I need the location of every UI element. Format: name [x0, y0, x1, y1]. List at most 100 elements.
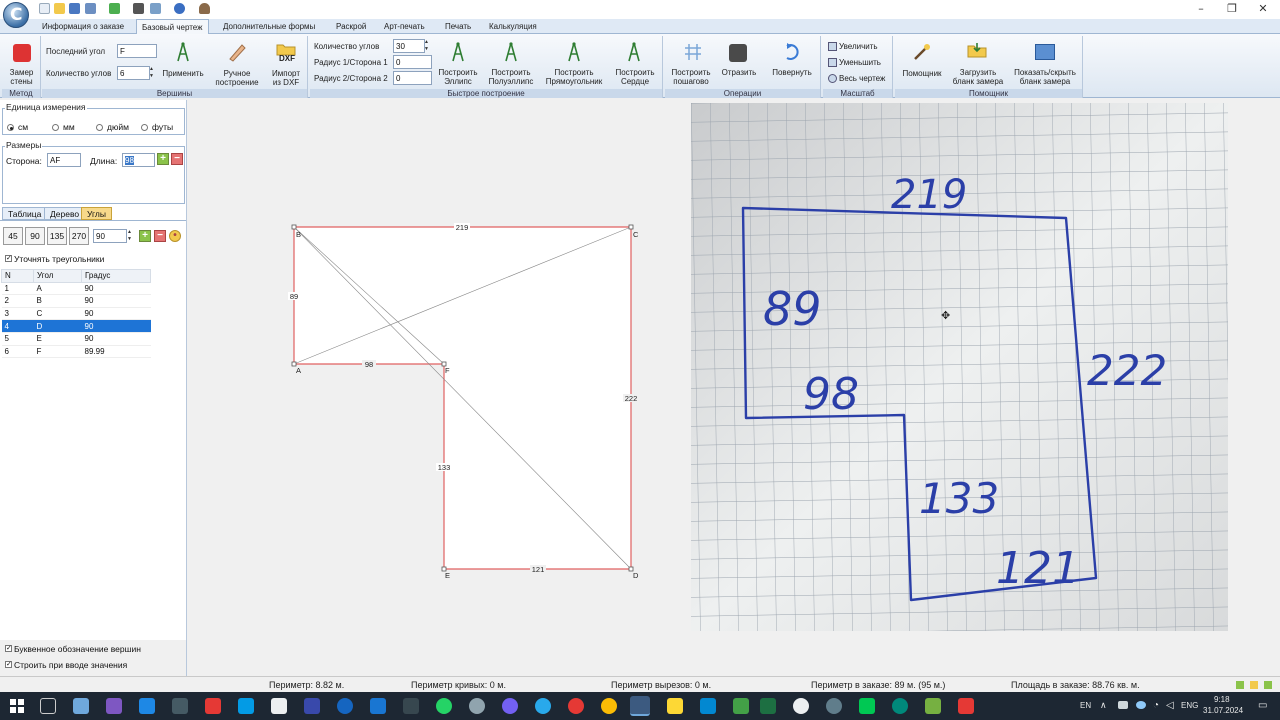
step-build-button[interactable]: Построить пошагово — [667, 68, 715, 86]
tab-calculation[interactable]: Калькуляция — [484, 19, 542, 34]
active-app-icon[interactable] — [630, 696, 650, 716]
app-logo-icon[interactable]: C — [3, 2, 29, 28]
help-icon[interactable] — [174, 3, 185, 14]
maps-icon[interactable] — [337, 698, 353, 714]
table-row-selected[interactable]: 4 D 90 — [1, 319, 151, 333]
mirror-button[interactable]: Отразить — [717, 68, 761, 77]
clock-time[interactable]: 9:18 — [1214, 695, 1230, 704]
angle-input[interactable]: 90 — [93, 229, 127, 243]
language-indicator[interactable]: EN — [1080, 701, 1091, 710]
pen-app-icon[interactable] — [73, 698, 89, 714]
task-view-icon[interactable] — [40, 698, 56, 714]
app-icon[interactable] — [106, 698, 122, 714]
angle-count-spinner[interactable]: ▲ ▼ — [148, 66, 155, 80]
notes-icon[interactable] — [667, 698, 683, 714]
side-length-fe[interactable]: 133 — [438, 463, 451, 472]
tools-icon[interactable] — [85, 3, 96, 14]
vscode-icon[interactable] — [370, 698, 386, 714]
app-icon[interactable] — [700, 698, 716, 714]
side-length-cd[interactable]: 222 — [625, 394, 638, 403]
zoom-in-button[interactable]: Увеличить — [839, 42, 878, 51]
polygon-drawing[interactable]: B C D E F A 219 89 98 222 133 121 — [188, 100, 688, 676]
app-icon[interactable] — [925, 698, 941, 714]
windows-start-icon[interactable] — [10, 699, 24, 713]
toggle-form-button[interactable]: Показать/скрыть бланк замера — [1011, 68, 1079, 86]
clock-date[interactable]: 31.07.2024 — [1203, 706, 1243, 715]
table-row[interactable]: 6 F 89.99 — [1, 345, 151, 359]
app-icon[interactable] — [469, 698, 485, 714]
radius1-input[interactable]: 0 — [393, 55, 432, 69]
angle-spinner[interactable]: ▲ ▼ — [126, 229, 133, 243]
row-degrees[interactable]: 90 — [81, 332, 151, 346]
row-degrees[interactable]: 89.99 — [81, 345, 151, 359]
side-length-af[interactable]: 98 — [365, 360, 373, 369]
app-icon[interactable] — [826, 698, 842, 714]
app-icon[interactable] — [733, 698, 749, 714]
side-input[interactable]: AF — [47, 153, 81, 167]
viber-icon[interactable] — [502, 698, 518, 714]
radius2-input[interactable]: 0 — [393, 71, 432, 85]
app-icon[interactable] — [238, 698, 254, 714]
row-degrees[interactable]: 90 — [81, 282, 151, 296]
binoculars-icon[interactable] — [133, 3, 144, 14]
unit-radio-mm[interactable] — [52, 124, 59, 131]
app-icon[interactable] — [859, 698, 875, 714]
file-explorer-icon[interactable] — [271, 698, 287, 714]
tab-order-info[interactable]: Информация о заказе — [37, 19, 129, 34]
tab-art-print[interactable]: Арт-печать — [379, 19, 430, 34]
excel-icon[interactable] — [760, 698, 776, 714]
build-heart-button[interactable]: Построить Сердце — [612, 68, 658, 86]
row-degrees[interactable]: 90 — [81, 307, 151, 321]
app-icon[interactable] — [139, 698, 155, 714]
side-length-bc[interactable]: 219 — [456, 223, 469, 232]
unit-radio-feet[interactable] — [141, 124, 148, 131]
notifications-icon[interactable]: ▭ — [1258, 700, 1267, 711]
chrome-icon[interactable] — [601, 698, 617, 714]
last-angle-input[interactable]: F — [117, 44, 157, 58]
row-degrees[interactable]: 90 — [81, 319, 151, 333]
side-length-ab[interactable]: 89 — [290, 292, 298, 301]
user-icon[interactable] — [199, 3, 210, 14]
keyboard-layout[interactable]: ENG — [1181, 701, 1198, 710]
angle-135-button[interactable]: 135 — [47, 227, 67, 245]
helper-button[interactable]: Помощник — [897, 69, 947, 78]
open-folder-icon[interactable] — [54, 3, 65, 14]
table-row[interactable]: 3 C 90 — [1, 307, 151, 321]
import-dxf-button[interactable]: Импорт из DXF — [264, 69, 308, 87]
app-icon[interactable] — [205, 698, 221, 714]
unit-radio-cm[interactable] — [7, 124, 14, 131]
zoom-out-button[interactable]: Уменьшить — [839, 58, 881, 67]
yandex-icon[interactable] — [568, 698, 584, 714]
angle-90-button[interactable]: 90 — [25, 227, 45, 245]
tab-additional-shapes[interactable]: Дополнительные формы — [218, 19, 320, 34]
fit-drawing-button[interactable]: Весь чертеж — [839, 74, 885, 83]
measure-wall-button[interactable]: Замер стены — [2, 68, 41, 86]
load-form-button[interactable]: Загрузить бланк замера — [949, 68, 1007, 86]
tab-tree[interactable]: Дерево — [44, 207, 86, 220]
plus-button[interactable]: + — [157, 153, 169, 165]
side-length-ed[interactable]: 121 — [532, 565, 545, 574]
letter-vertices-checkbox[interactable]: ✓ — [5, 645, 12, 652]
rotate-button[interactable]: Повернуть — [767, 68, 817, 77]
tab-base-drawing[interactable]: Базовый чертеж — [136, 19, 209, 35]
reset-angle-button[interactable]: • — [169, 230, 181, 242]
build-rectangle-button[interactable]: Построить Прямоугольник — [542, 68, 606, 86]
manual-build-button[interactable]: Ручное построение — [212, 69, 262, 87]
remove-angle-button[interactable]: − — [154, 230, 166, 242]
save-icon[interactable] — [69, 3, 80, 14]
table-row[interactable]: 1 A 90 — [1, 282, 151, 296]
unit-radio-inch[interactable] — [96, 124, 103, 131]
vertex-handle[interactable] — [291, 224, 297, 230]
wifi-icon[interactable]: ◔ — [1153, 700, 1159, 711]
angle-count-input[interactable]: 6 — [117, 66, 150, 80]
app-icon[interactable] — [403, 698, 419, 714]
row-degrees[interactable]: 90 — [81, 294, 151, 308]
minimize-button[interactable]: – — [1186, 1, 1216, 17]
new-file-icon[interactable] — [39, 3, 50, 14]
maximize-button[interactable]: ❐ — [1217, 1, 1247, 17]
app-icon[interactable] — [172, 698, 188, 714]
volume-icon[interactable]: ◁ — [1166, 700, 1174, 711]
corners-count-input[interactable]: 30 — [393, 39, 425, 53]
tray-app-icon[interactable] — [1136, 701, 1146, 709]
angle-45-button[interactable]: 45 — [3, 227, 23, 245]
